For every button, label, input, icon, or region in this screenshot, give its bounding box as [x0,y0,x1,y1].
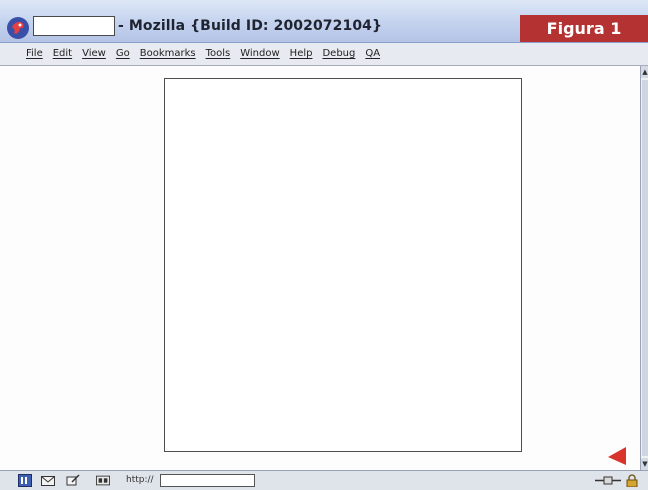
content-area [0,66,640,470]
scroll-up-icon[interactable]: ▲ [641,66,648,78]
url-label: http:// [126,475,154,485]
address-book-icon[interactable] [96,474,110,487]
page-frame [164,78,522,452]
menu-view[interactable]: View [77,43,111,59]
menu-tools[interactable]: Tools [201,43,236,59]
red-corner-arrow-icon [608,447,626,465]
scroll-down-icon[interactable]: ▼ [641,458,648,470]
mozilla-logo-icon[interactable] [5,15,31,41]
menu-go[interactable]: Go [111,43,135,59]
menu-file[interactable]: File [0,43,48,59]
menu-help[interactable]: Help [285,43,318,59]
security-lock-icon[interactable] [625,474,639,487]
composer-icon[interactable] [66,474,80,487]
menu-bar: File Edit View Go Bookmarks Tools Window… [0,43,648,66]
title-bar: - Mozilla {Build ID: 2002072104} Figura … [0,0,648,43]
title-input-box [33,16,115,36]
mail-icon[interactable] [41,474,55,487]
url-field[interactable] [160,474,255,487]
scroll-thumb[interactable] [642,80,648,456]
menu-edit[interactable]: Edit [48,43,77,59]
menu-qa[interactable]: QA [360,43,385,59]
navigator-icon[interactable] [18,474,32,487]
menu-debug[interactable]: Debug [317,43,360,59]
online-plug-icon[interactable] [595,474,621,487]
window-title: - Mozilla {Build ID: 2002072104} [118,18,383,34]
status-bar: http:// [0,470,648,490]
figure-badge: Figura 1 [520,15,648,42]
menu-window[interactable]: Window [235,43,284,59]
vertical-scrollbar[interactable]: ▲ ▼ [640,66,648,470]
menu-bookmarks[interactable]: Bookmarks [135,43,201,59]
